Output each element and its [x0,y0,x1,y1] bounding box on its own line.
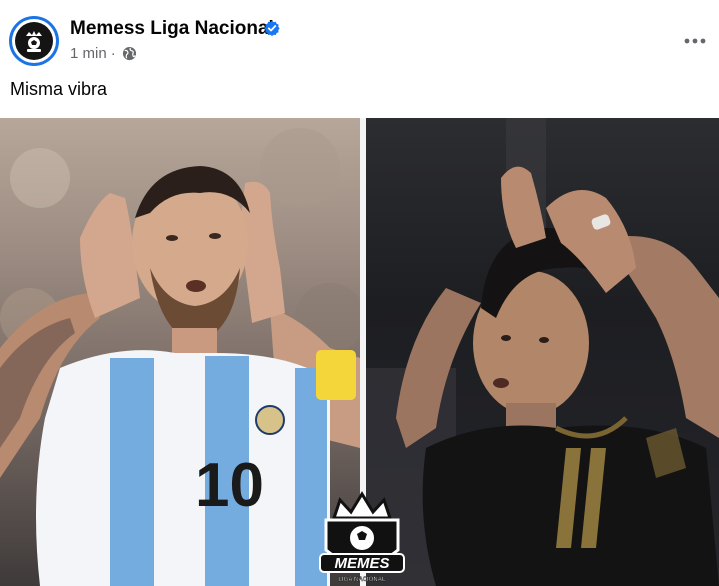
post-header: Memess Liga Nacional 1 min · [0,0,719,72]
right-photo-panel [366,118,719,586]
page-name-link[interactable]: Memess Liga Nacional [70,18,274,40]
more-options-button[interactable] [678,24,712,58]
post-caption: Misma vibra [10,79,108,99]
left-photo: 10 [0,128,360,586]
crown-ball-icon [26,31,42,52]
avatar-logo [15,22,53,60]
memes-logo-watermark: MEMES LIGA NACIONAL [316,488,408,586]
meta-separator: · [110,45,116,62]
more-options-icon [684,38,706,44]
post-meta: 1 min · [70,45,137,62]
logo-text: MEMES [334,555,389,572]
verified-badge-icon [264,20,280,36]
logo-subtext: LIGA NACIONAL [338,577,386,583]
post-timestamp[interactable]: 1 min [70,45,107,62]
crown-ball-logo-icon: MEMES LIGA NACIONAL [319,491,405,583]
right-photo [366,118,719,586]
post-image[interactable]: 10 MEMES LIGA NACIONAL [0,118,719,586]
jersey-number: 10 [195,451,264,520]
globe-icon[interactable] [122,46,137,61]
facebook-post: Memess Liga Nacional 1 min · Misma vibra [0,0,719,586]
left-photo-panel: 10 [0,118,360,586]
page-avatar[interactable] [9,16,59,66]
